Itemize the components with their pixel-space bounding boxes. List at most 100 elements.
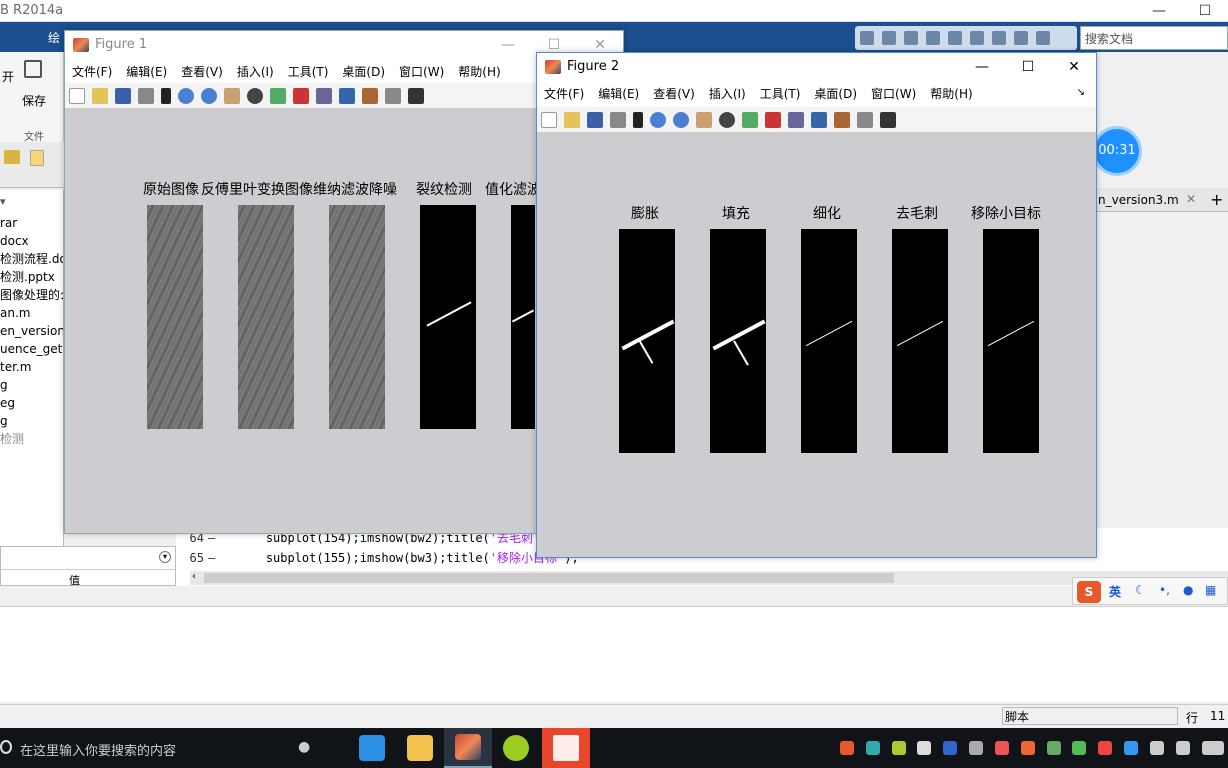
command-window[interactable] [0, 606, 1228, 702]
print-icon[interactable] [610, 112, 626, 128]
zoom-out-icon[interactable] [673, 112, 689, 128]
menu-file[interactable]: 文件(F) [65, 59, 119, 84]
ribbon-tab-plots[interactable]: 绘 [48, 29, 60, 46]
save-icon[interactable] [587, 112, 603, 128]
menu-view[interactable]: 查看(V) [646, 81, 702, 106]
save-icon[interactable] [115, 88, 131, 104]
colorbar-icon[interactable] [339, 88, 355, 104]
pointer-icon[interactable] [161, 88, 171, 104]
hide-plot-tools-icon[interactable] [857, 112, 873, 128]
menu-edit[interactable]: 编辑(E) [591, 81, 646, 106]
brush-icon[interactable] [765, 112, 781, 128]
switch-window-icon[interactable] [1014, 31, 1028, 45]
help-icon[interactable] [1036, 31, 1050, 45]
rotate-icon[interactable] [719, 112, 735, 128]
file-item[interactable]: 检测流程.do [0, 250, 63, 268]
code-line[interactable]: 65— subplot(155);imshow(bw3);title('移除小目… [176, 548, 579, 568]
volume-icon[interactable] [1149, 741, 1164, 755]
moon-icon[interactable]: ☾ [1135, 583, 1146, 597]
open-icon[interactable] [92, 88, 108, 104]
panel-menu-icon[interactable]: ▾ [159, 551, 171, 563]
menu-view[interactable]: 查看(V) [174, 59, 230, 84]
microphone-icon[interactable]: ● [298, 739, 310, 755]
colorbar-icon[interactable] [811, 112, 827, 128]
file-item[interactable]: uence_get.m [0, 340, 63, 358]
file-item[interactable]: rar [0, 214, 63, 232]
legend-icon[interactable] [834, 112, 850, 128]
menu-edit[interactable]: 编辑(E) [119, 59, 174, 84]
new-tab-icon[interactable]: + [1210, 190, 1223, 209]
figure-2-titlebar[interactable]: Figure 2 — ☐ ✕ [537, 53, 1096, 81]
cut-icon[interactable] [904, 31, 918, 45]
toolbar-icon[interactable] [860, 31, 874, 45]
documentation-search-input[interactable]: 搜索文档 [1080, 26, 1228, 50]
print-icon[interactable] [138, 88, 154, 104]
link-icon[interactable] [788, 112, 804, 128]
menu-help[interactable]: 帮助(H) [923, 81, 979, 106]
shield-icon[interactable] [943, 741, 958, 755]
save-icon[interactable] [882, 31, 896, 45]
brush-icon[interactable] [293, 88, 309, 104]
minimize-button[interactable]: — [1136, 0, 1182, 22]
bluetooth-icon[interactable] [969, 741, 984, 755]
zoom-out-icon[interactable] [201, 88, 217, 104]
punctuation-icon[interactable]: •, [1159, 583, 1170, 597]
figure-2-canvas[interactable]: 膨胀 填充 细化 去毛刺 移除小目标 [537, 133, 1096, 557]
tray-icon[interactable] [1124, 741, 1139, 755]
tray-icon[interactable] [1020, 741, 1035, 755]
menu-window[interactable]: 窗口(W) [392, 59, 451, 84]
tray-icon[interactable] [917, 741, 932, 755]
ime-language-toggle[interactable]: 英 [1109, 583, 1121, 600]
undo-icon[interactable] [970, 31, 984, 45]
toolbar-dock-icon[interactable]: ↘ [1070, 83, 1092, 102]
file-item[interactable]: 图像处理的么 [0, 286, 63, 304]
minimize-button[interactable]: — [959, 53, 1005, 81]
menu-tools[interactable]: 工具(T) [281, 59, 336, 84]
maximize-button[interactable]: ☐ [1005, 53, 1051, 81]
menu-desktop[interactable]: 桌面(D) [335, 59, 392, 84]
taskbar-matlab[interactable] [444, 728, 492, 768]
value-column-header[interactable]: 值 [69, 572, 80, 588]
close-tab-icon[interactable]: ✕ [1186, 192, 1196, 206]
taskbar-wps[interactable] [542, 728, 590, 768]
folder-header-chevron-icon[interactable]: ▾ [0, 190, 63, 214]
tray-icon[interactable] [1046, 741, 1061, 755]
microphone-icon[interactable]: ● [1183, 583, 1193, 597]
tray-icon[interactable] [1072, 741, 1087, 755]
minimize-button[interactable]: — [485, 31, 531, 59]
menu-tools[interactable]: 工具(T) [753, 81, 808, 106]
new-figure-icon[interactable] [541, 112, 557, 128]
tray-icon[interactable] [865, 741, 880, 755]
menu-help[interactable]: 帮助(H) [451, 59, 507, 84]
link-icon[interactable] [316, 88, 332, 104]
legend-icon[interactable] [362, 88, 378, 104]
scroll-left-icon[interactable]: ‹ [192, 571, 196, 582]
figure-2-window[interactable]: Figure 2 — ☐ ✕ 文件(F) 编辑(E) 查看(V) 插入(I) 工具(T)… [536, 52, 1097, 558]
new-figure-icon[interactable] [69, 88, 85, 104]
chrome-icon[interactable] [1098, 741, 1113, 755]
folder-up-icon[interactable] [4, 150, 20, 164]
rotate-icon[interactable] [247, 88, 263, 104]
file-item[interactable]: eg [0, 394, 63, 412]
scrollbar-thumb[interactable] [204, 573, 894, 583]
taskbar-search-input[interactable]: 在这里输入你要搜索的内容 [20, 740, 176, 759]
menu-file[interactable]: 文件(F) [537, 81, 591, 106]
hide-plot-tools-icon[interactable] [385, 88, 401, 104]
copy-icon[interactable] [926, 31, 940, 45]
sogou-icon[interactable]: S [1077, 581, 1101, 603]
keyboard-icon[interactable]: ▦ [1205, 583, 1216, 597]
search-icon[interactable] [0, 740, 12, 754]
close-button[interactable]: ✕ [1051, 53, 1097, 81]
folder-icon[interactable] [30, 150, 44, 166]
save-button[interactable]: 保存 [22, 92, 46, 109]
menu-desktop[interactable]: 桌面(D) [807, 81, 864, 106]
open-button[interactable]: 开 [2, 68, 14, 85]
menu-insert[interactable]: 插入(I) [702, 81, 753, 106]
menu-insert[interactable]: 插入(I) [230, 59, 281, 84]
show-plot-tools-icon[interactable] [880, 112, 896, 128]
menu-window[interactable]: 窗口(W) [864, 81, 923, 106]
file-item[interactable]: ter.m [0, 358, 63, 376]
data-cursor-icon[interactable] [742, 112, 758, 128]
file-item[interactable]: an.m [0, 304, 63, 322]
paste-icon[interactable] [948, 31, 962, 45]
